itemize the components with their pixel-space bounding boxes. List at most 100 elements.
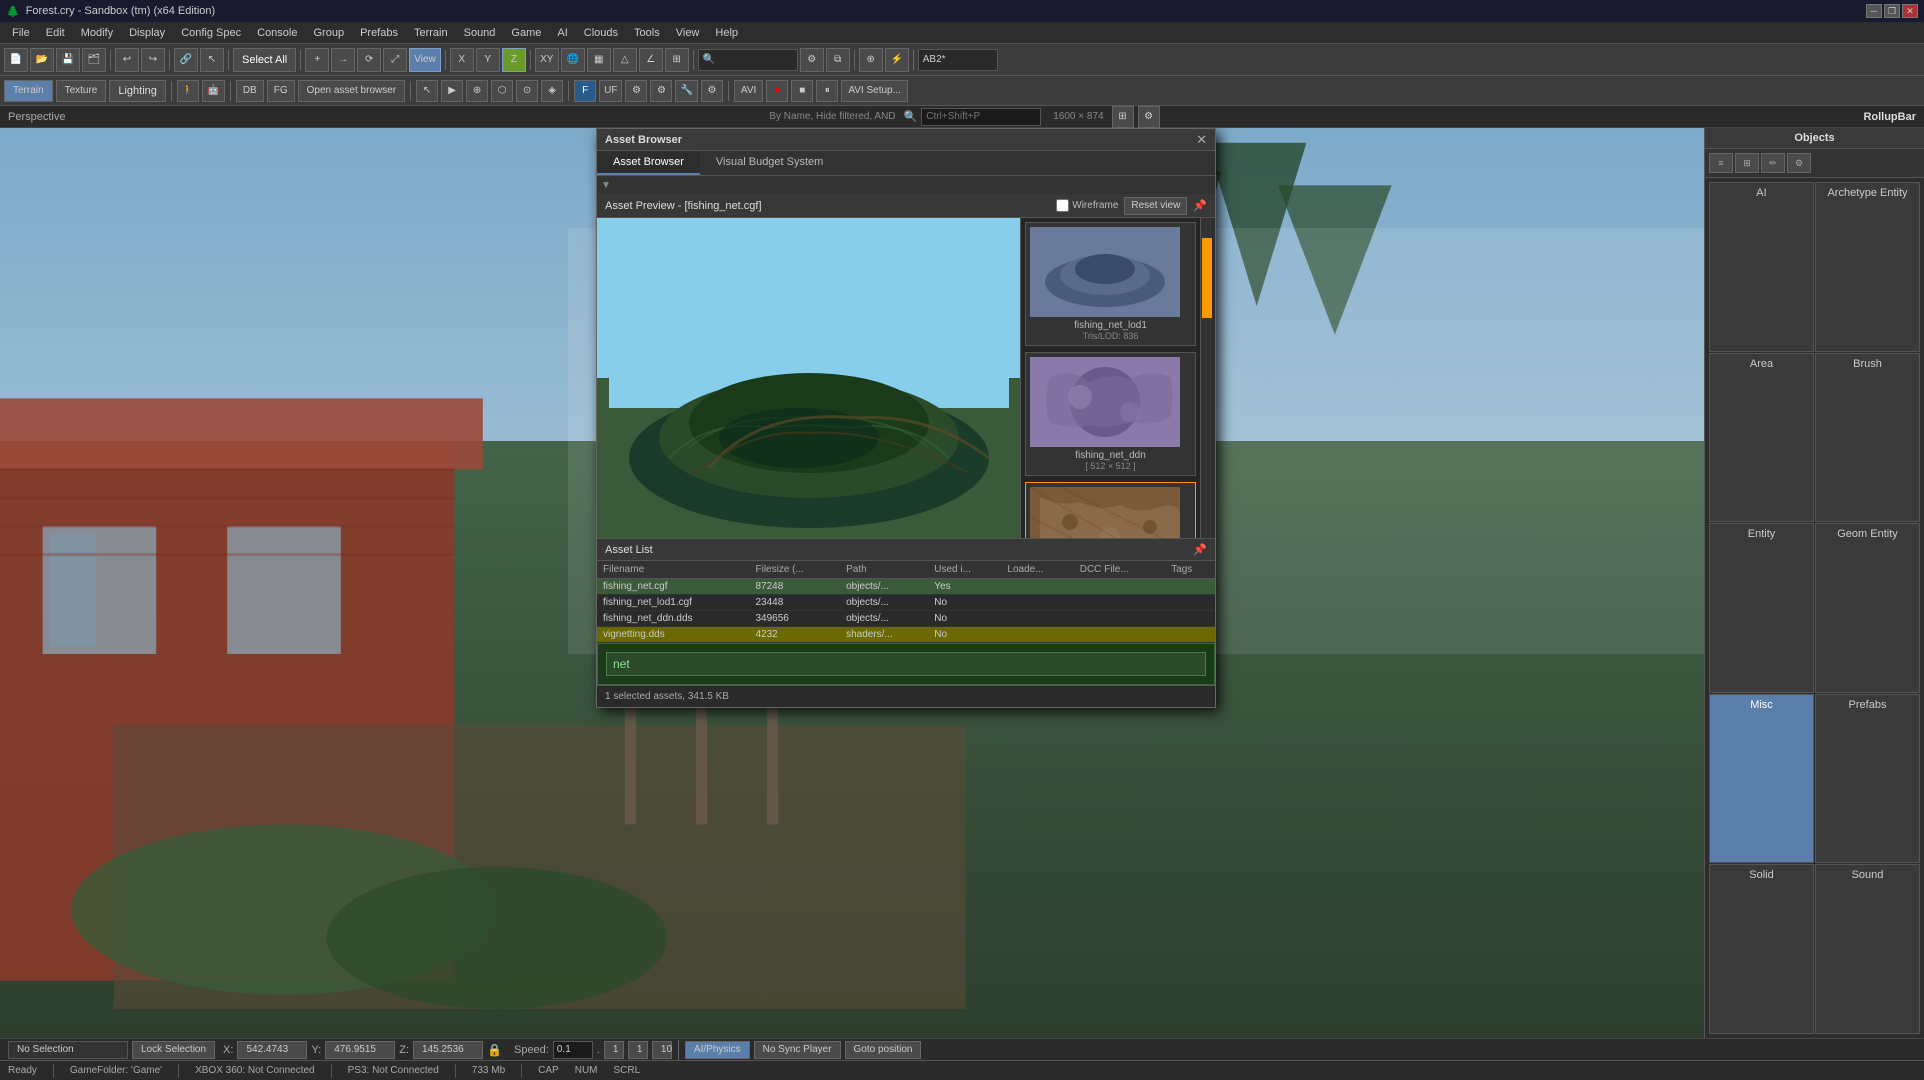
f-button[interactable]: F bbox=[574, 80, 596, 102]
snap-button[interactable]: ⊞ bbox=[665, 48, 689, 72]
thumb-ddn[interactable]: fishing_net_ddn [ 512 × 512 ] bbox=[1025, 352, 1196, 476]
thumb-diff[interactable]: fishing_net_diff [ 512 × 512 ] bbox=[1025, 482, 1196, 538]
menu-item-console[interactable]: Console bbox=[249, 25, 305, 41]
link-button[interactable]: 🔗 bbox=[174, 48, 198, 72]
close-button[interactable]: ✕ bbox=[1902, 4, 1918, 18]
settings2-button[interactable]: ⚙ bbox=[650, 80, 672, 102]
fg-button[interactable]: FG bbox=[267, 80, 295, 102]
col-path[interactable]: Path bbox=[840, 561, 928, 579]
texture-button[interactable]: Texture bbox=[56, 80, 107, 102]
obj-icon-4[interactable]: ⚙ bbox=[1787, 153, 1811, 173]
menu-item-clouds[interactable]: Clouds bbox=[576, 25, 626, 41]
speed-input[interactable] bbox=[553, 1041, 593, 1059]
minimize-button[interactable]: ─ bbox=[1866, 4, 1882, 18]
save-all-button[interactable]: 🗂 bbox=[82, 48, 106, 72]
ab-tab-budget[interactable]: Visual Budget System bbox=[700, 151, 839, 175]
lighting-button[interactable]: Lighting bbox=[109, 80, 166, 102]
val1-btn[interactable]: 1 bbox=[604, 1041, 624, 1059]
wireframe-checkbox[interactable]: Wireframe bbox=[1056, 199, 1118, 212]
category-archetype-entity[interactable]: Archetype Entity bbox=[1815, 182, 1920, 352]
uf-button[interactable]: UF bbox=[599, 80, 622, 102]
xy-button[interactable]: XY bbox=[535, 48, 559, 72]
avi-button[interactable]: AVI bbox=[734, 80, 763, 102]
tb-y-button[interactable]: Y bbox=[476, 48, 500, 72]
grid-button[interactable]: ▦ bbox=[587, 48, 611, 72]
val2-btn[interactable]: 1 bbox=[628, 1041, 648, 1059]
col-loaded[interactable]: Loade... bbox=[1001, 561, 1073, 579]
terrain-button[interactable]: Terrain bbox=[4, 80, 53, 102]
obj-icon-1[interactable]: ≡ bbox=[1709, 153, 1733, 173]
undo-button[interactable]: ↩ bbox=[115, 48, 139, 72]
table-row[interactable]: fishing_net.cgf 87248 objects/... Yes bbox=[597, 579, 1215, 595]
record-button[interactable]: ● bbox=[766, 80, 788, 102]
open-button[interactable]: 📂 bbox=[30, 48, 54, 72]
menu-item-display[interactable]: Display bbox=[121, 25, 173, 41]
gear-button[interactable]: ⚙ bbox=[625, 80, 647, 102]
category-prefabs[interactable]: Prefabs bbox=[1815, 694, 1920, 864]
menu-item-ai[interactable]: AI bbox=[549, 25, 575, 41]
layers-button[interactable]: ⊕ bbox=[859, 48, 883, 72]
lock-selection-button[interactable]: Lock Selection bbox=[132, 1041, 215, 1059]
cube-button[interactable]: ⬡ bbox=[491, 80, 513, 102]
ab-list-pin[interactable]: 📌 bbox=[1193, 543, 1207, 556]
person-button[interactable]: 🚶 bbox=[177, 80, 199, 102]
menu-item-sound[interactable]: Sound bbox=[456, 25, 504, 41]
cursor-button[interactable]: ↖ bbox=[200, 48, 224, 72]
obj-icon-3[interactable]: ✏ bbox=[1761, 153, 1785, 173]
ab-tab-browser[interactable]: Asset Browser bbox=[597, 151, 700, 175]
globe-button[interactable]: 🌐 bbox=[561, 48, 585, 72]
z-coord-value[interactable]: 145.2536 bbox=[413, 1041, 483, 1059]
category-solid[interactable]: Solid bbox=[1709, 864, 1814, 1034]
category-ai[interactable]: AI bbox=[1709, 182, 1814, 352]
plus-button[interactable]: + bbox=[305, 48, 329, 72]
category-brush[interactable]: Brush bbox=[1815, 353, 1920, 523]
menu-item-terrain[interactable]: Terrain bbox=[406, 25, 456, 41]
save-button[interactable]: 💾 bbox=[56, 48, 80, 72]
category-geom-entity[interactable]: Geom Entity bbox=[1815, 523, 1920, 693]
select-all-button[interactable]: Select All bbox=[233, 48, 296, 72]
table-row-highlighted[interactable]: vignetting.dds 4232 shaders/... No bbox=[597, 627, 1215, 643]
y-coord-value[interactable]: 476.9515 bbox=[325, 1041, 395, 1059]
avi-setup-button[interactable]: AVI Setup... bbox=[841, 80, 908, 102]
category-sound[interactable]: Sound bbox=[1815, 864, 1920, 1034]
table-row[interactable]: fishing_net_ddn.dds 349656 objects/... N… bbox=[597, 611, 1215, 627]
scene-viewport[interactable]: Asset Browser ✕ Asset Browser Visual Bud… bbox=[0, 128, 1704, 1038]
cursor2-button[interactable]: ↖ bbox=[416, 80, 438, 102]
col-dcc[interactable]: DCC File... bbox=[1074, 561, 1165, 579]
settings3-button[interactable]: 🔧 bbox=[675, 80, 697, 102]
val3-btn[interactable]: 10 bbox=[652, 1041, 672, 1059]
layers2-button[interactable]: ⊕ bbox=[466, 80, 488, 102]
ai-physics-button[interactable]: AI/Physics bbox=[685, 1041, 750, 1059]
view-button[interactable]: View bbox=[409, 48, 441, 72]
obj-icon-2[interactable]: ⊞ bbox=[1735, 153, 1759, 173]
category-area[interactable]: Area bbox=[1709, 353, 1814, 523]
sync-player-button[interactable]: No Sync Player bbox=[754, 1041, 841, 1059]
col-filesize[interactable]: Filesize (... bbox=[749, 561, 840, 579]
category-misc[interactable]: Misc bbox=[1709, 694, 1814, 864]
restore-button[interactable]: ❐ bbox=[1884, 4, 1900, 18]
thumbnails-scrollbar[interactable] bbox=[1200, 218, 1212, 538]
menu-item-group[interactable]: Group bbox=[305, 25, 352, 41]
ab-pin-icon[interactable]: 📌 bbox=[1193, 199, 1207, 212]
arrow-button[interactable]: → bbox=[331, 48, 355, 72]
tb-x-button[interactable]: X bbox=[450, 48, 474, 72]
new-button[interactable]: 📄 bbox=[4, 48, 28, 72]
ai-button[interactable]: 🤖 bbox=[202, 80, 224, 102]
search-go-button[interactable]: ⚙ bbox=[800, 48, 824, 72]
menu-item-file[interactable]: File bbox=[4, 25, 38, 41]
goto-position-button[interactable]: Goto position bbox=[845, 1041, 922, 1059]
pause-button[interactable]: ⏸ bbox=[816, 80, 838, 102]
menu-item-edit[interactable]: Edit bbox=[38, 25, 73, 41]
col-used[interactable]: Used i... bbox=[928, 561, 1001, 579]
ab-search-input[interactable] bbox=[606, 652, 1206, 676]
x-coord-value[interactable]: 542.4743 bbox=[237, 1041, 307, 1059]
circle-button[interactable]: ⊙ bbox=[516, 80, 538, 102]
category-entity[interactable]: Entity bbox=[1709, 523, 1814, 693]
col-filename[interactable]: Filename bbox=[597, 561, 749, 579]
menu-item-prefabs[interactable]: Prefabs bbox=[352, 25, 406, 41]
diamond-button[interactable]: ◈ bbox=[541, 80, 563, 102]
viewport-settings-button[interactable]: ⚙ bbox=[1138, 106, 1160, 128]
settings4-button[interactable]: ⚙ bbox=[701, 80, 723, 102]
open-asset-btn[interactable]: Open asset browser bbox=[298, 80, 406, 102]
menu-item-config-spec[interactable]: Config Spec bbox=[173, 25, 249, 41]
